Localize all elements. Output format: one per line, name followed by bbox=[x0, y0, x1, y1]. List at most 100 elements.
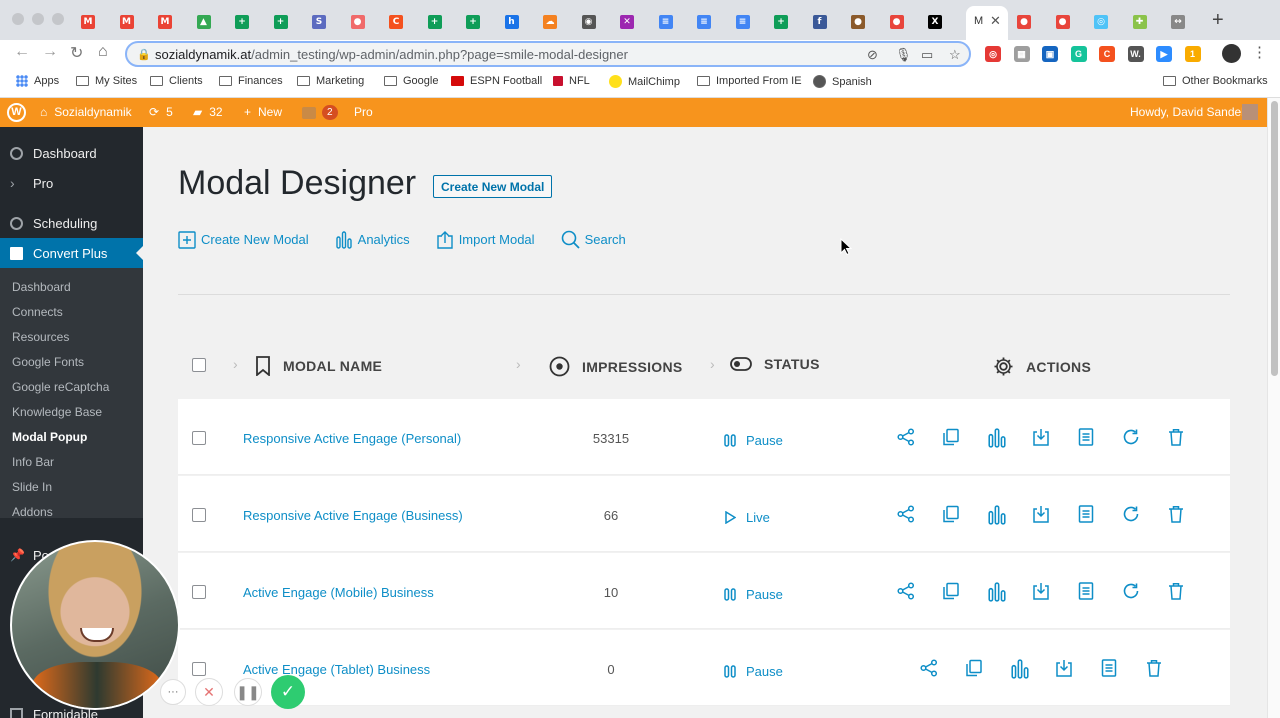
extension-icon[interactable]: ▶ bbox=[1156, 46, 1172, 62]
browser-tab[interactable]: ≡ bbox=[731, 8, 755, 36]
bookmark-nfl[interactable]: NFL bbox=[553, 75, 590, 87]
analytics-icon[interactable] bbox=[1010, 659, 1055, 679]
share-icon[interactable] bbox=[897, 505, 942, 525]
status-toggle[interactable]: Pause bbox=[724, 433, 783, 448]
submenu-resources[interactable]: Resources bbox=[12, 330, 69, 344]
reload-button[interactable]: ↻ bbox=[70, 43, 83, 63]
browser-tab[interactable]: + bbox=[230, 8, 254, 36]
profile-avatar[interactable] bbox=[1222, 44, 1241, 63]
tab-active[interactable]: M ✕ bbox=[966, 6, 1008, 40]
browser-tab[interactable]: + bbox=[269, 8, 293, 36]
share-icon[interactable] bbox=[897, 428, 942, 448]
window-zoom-button[interactable] bbox=[52, 13, 64, 25]
browser-tab[interactable]: C bbox=[384, 8, 408, 36]
extension-icon[interactable]: C bbox=[1099, 46, 1115, 62]
updates-link[interactable]: ⟳ 5 bbox=[149, 105, 173, 119]
bookmark-clients[interactable]: Clients bbox=[150, 75, 203, 87]
search-link[interactable]: Search bbox=[561, 230, 626, 249]
modal-name-link[interactable]: Active Engage (Tablet) Business bbox=[243, 662, 430, 677]
analytics-icon[interactable] bbox=[987, 505, 1032, 525]
row-checkbox[interactable] bbox=[192, 508, 206, 522]
extension-icon[interactable]: ◎ bbox=[985, 46, 1001, 62]
browser-tab[interactable]: X bbox=[923, 8, 947, 36]
duplicate-icon[interactable] bbox=[942, 582, 987, 602]
modal-name-link[interactable]: Responsive Active Engage (Personal) bbox=[243, 431, 461, 446]
trash-icon[interactable] bbox=[1167, 505, 1212, 525]
browser-tab[interactable]: ◎ bbox=[1089, 8, 1113, 36]
header-status[interactable]: STATUS bbox=[730, 356, 820, 372]
back-button[interactable]: ← bbox=[14, 43, 30, 61]
new-content-link[interactable]: + New bbox=[244, 105, 282, 119]
create-new-modal-button[interactable]: Create New Modal bbox=[433, 175, 553, 198]
cast-icon[interactable]: ▭ bbox=[921, 47, 933, 63]
submenu-dashboard[interactable]: Dashboard bbox=[12, 280, 71, 294]
bookmark-imported-from-ie[interactable]: Imported From IE bbox=[697, 75, 802, 87]
microphone-icon[interactable]: 🎙 bbox=[895, 47, 912, 63]
header-impressions[interactable]: IMPRESSIONS bbox=[549, 356, 683, 377]
submenu-google-recaptcha[interactable]: Google reCaptcha bbox=[12, 380, 109, 394]
extension-icon[interactable]: ▣ bbox=[1042, 46, 1058, 62]
recorder-cancel-icon[interactable]: ✕ bbox=[195, 678, 223, 706]
browser-tab[interactable]: S bbox=[307, 8, 331, 36]
forward-button[interactable]: → bbox=[42, 43, 58, 61]
settings-doc-icon[interactable] bbox=[1077, 582, 1122, 602]
bookmark-mailchimp[interactable]: MailChimp bbox=[609, 75, 680, 88]
bookmark-spanish[interactable]: Spanish bbox=[813, 75, 872, 88]
bookmark-star-icon[interactable]: ☆ bbox=[949, 47, 961, 63]
recorder-pause-icon[interactable]: ❚❚ bbox=[234, 678, 262, 706]
duplicate-icon[interactable] bbox=[942, 428, 987, 448]
browser-tab[interactable]: ● bbox=[1051, 8, 1075, 36]
home-button[interactable]: ⌂ bbox=[98, 43, 108, 61]
trash-icon[interactable] bbox=[1167, 428, 1212, 448]
create-new-modal-link[interactable]: Create New Modal bbox=[178, 230, 309, 249]
menu-dashboard[interactable]: Dashboard bbox=[0, 138, 143, 168]
reset-icon[interactable] bbox=[1122, 505, 1167, 525]
row-checkbox[interactable] bbox=[192, 585, 206, 599]
export-icon[interactable] bbox=[1032, 582, 1077, 602]
duplicate-icon[interactable] bbox=[965, 659, 1010, 679]
submenu-modal-popup[interactable]: Modal Popup bbox=[12, 430, 87, 444]
export-icon[interactable] bbox=[1055, 659, 1100, 679]
submenu-info-bar[interactable]: Info Bar bbox=[12, 455, 54, 469]
bookmark-other-bookmarks[interactable]: Other Bookmarks bbox=[1163, 75, 1268, 87]
status-toggle[interactable]: Live bbox=[724, 510, 770, 525]
scrollbar-thumb[interactable] bbox=[1271, 101, 1278, 376]
pro-link[interactable]: Pro bbox=[354, 105, 373, 119]
browser-tab[interactable]: M bbox=[76, 8, 100, 36]
reset-icon[interactable] bbox=[1122, 582, 1167, 602]
recorder-more-button[interactable]: ··· bbox=[160, 679, 186, 705]
submenu-connects[interactable]: Connects bbox=[12, 305, 63, 319]
browser-tab[interactable]: ≡ bbox=[692, 8, 716, 36]
extension-icon[interactable]: G bbox=[1070, 46, 1087, 62]
page-scrollbar[interactable] bbox=[1267, 98, 1280, 718]
wordpress-logo-icon[interactable]: W bbox=[7, 103, 26, 122]
select-all-checkbox[interactable] bbox=[192, 358, 206, 372]
browser-tab[interactable]: f bbox=[808, 8, 832, 36]
trash-icon[interactable] bbox=[1167, 582, 1212, 602]
menu-scheduling[interactable]: Scheduling bbox=[0, 208, 143, 238]
status-toggle[interactable]: Pause bbox=[724, 664, 783, 679]
browser-tab[interactable]: ✚ bbox=[1128, 8, 1152, 36]
settings-doc-icon[interactable] bbox=[1077, 505, 1122, 525]
extension-icon[interactable]: ▦ bbox=[1013, 46, 1030, 62]
reset-icon[interactable] bbox=[1122, 428, 1167, 448]
share-icon[interactable] bbox=[897, 582, 942, 602]
browser-tab[interactable]: ▲ bbox=[192, 8, 216, 36]
browser-tab[interactable]: ◉ bbox=[577, 8, 601, 36]
submenu-google-fonts[interactable]: Google Fonts bbox=[12, 355, 84, 369]
bookmark-my-sites[interactable]: My Sites bbox=[76, 75, 137, 87]
comments-link[interactable]: ▰ 32 bbox=[193, 105, 223, 119]
browser-tab[interactable]: + bbox=[461, 8, 485, 36]
browser-tab[interactable]: ≡ bbox=[654, 8, 678, 36]
row-checkbox[interactable] bbox=[192, 431, 206, 445]
analytics-icon[interactable] bbox=[987, 582, 1032, 602]
browser-tab[interactable]: ● bbox=[346, 8, 370, 36]
browser-tab[interactable]: ✕ bbox=[615, 8, 639, 36]
browser-tab[interactable]: ● bbox=[1012, 8, 1036, 36]
window-close-button[interactable] bbox=[12, 13, 24, 25]
notifications-link[interactable]: 2 bbox=[302, 105, 338, 120]
submenu-slide-in[interactable]: Slide In bbox=[12, 480, 52, 494]
recorder-finish-icon[interactable]: ✓ bbox=[271, 675, 305, 709]
browser-tab[interactable]: M bbox=[115, 8, 139, 36]
howdy-link[interactable]: Howdy, David Sandel bbox=[1130, 105, 1244, 119]
